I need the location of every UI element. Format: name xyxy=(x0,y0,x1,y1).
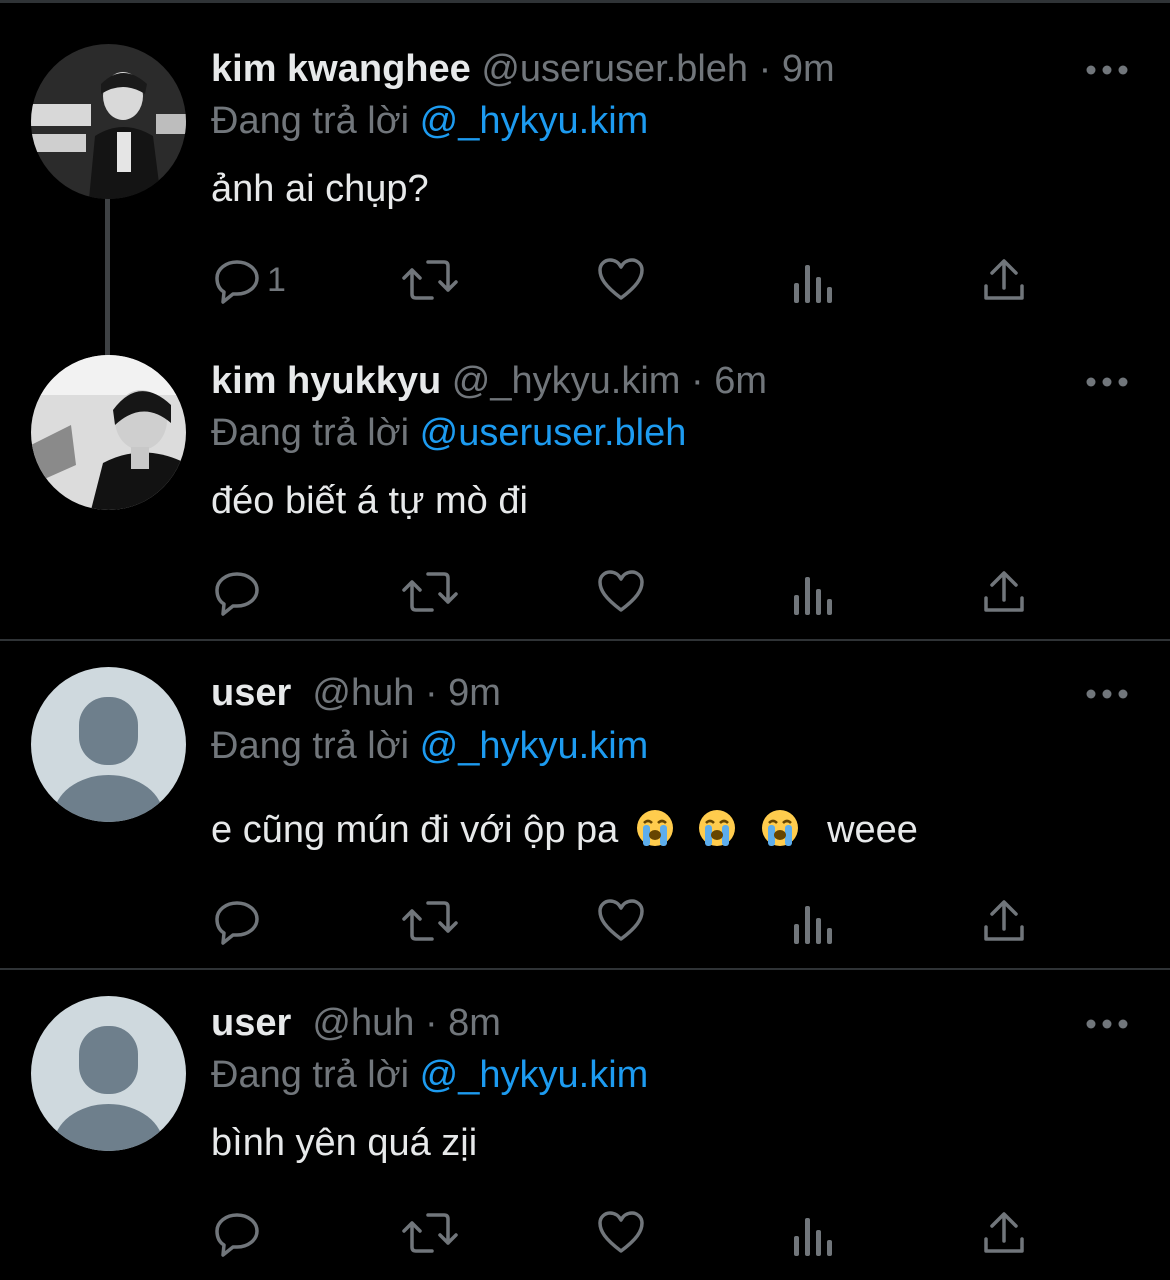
tweet[interactable]: user @huh · 9m Đang trả lời @_hykyu.kim … xyxy=(0,641,1170,969)
display-name[interactable]: kim hyukkyu xyxy=(211,360,441,402)
avatar[interactable] xyxy=(31,44,186,199)
more-icon[interactable] xyxy=(1085,60,1129,80)
tweet-header: kim hyukkyu @_hykyu.kim · 6m xyxy=(211,358,767,404)
views-button[interactable] xyxy=(792,899,834,949)
reply-button[interactable] xyxy=(213,896,261,946)
reply-button[interactable] xyxy=(213,567,261,617)
separator: · xyxy=(424,672,438,714)
reply-prefix: Đang trả lời xyxy=(211,100,410,142)
display-name[interactable]: user xyxy=(211,672,291,714)
tweet-text-start: e cũng mún đi với ộp pa xyxy=(211,809,619,851)
views-button[interactable] xyxy=(792,570,834,620)
timestamp[interactable]: 6m xyxy=(714,360,767,402)
share-button[interactable] xyxy=(982,896,1026,946)
retweet-button[interactable] xyxy=(402,567,458,617)
tweet-text: bình yên quá zịi xyxy=(211,1122,478,1164)
tweet-text: e cũng mún đi với ộp pa weee xyxy=(211,807,918,853)
tweet-header: kim kwanghee @useruser.bleh · 9m xyxy=(211,46,835,92)
tweet-text: đéo biết á tự mò đi xyxy=(211,480,528,522)
tweet-header: user @huh · 9m xyxy=(211,670,501,716)
default-avatar xyxy=(31,667,186,822)
reply-button[interactable] xyxy=(213,1208,261,1258)
reply-context: Đang trả lời @_hykyu.kim xyxy=(211,723,648,769)
share-button[interactable] xyxy=(982,255,1026,305)
share-button[interactable] xyxy=(982,567,1026,617)
retweet-button[interactable] xyxy=(402,1208,458,1258)
avatar[interactable] xyxy=(31,355,186,510)
like-button[interactable] xyxy=(597,255,645,305)
timestamp[interactable]: 8m xyxy=(448,1002,501,1044)
loudly-crying-face-icon xyxy=(699,810,736,846)
photo-avatar xyxy=(31,355,186,510)
timestamp[interactable]: 9m xyxy=(782,48,835,90)
loudly-crying-face-icon xyxy=(636,810,673,846)
views-button[interactable] xyxy=(792,258,834,308)
more-icon[interactable] xyxy=(1085,684,1129,704)
avatar[interactable] xyxy=(31,667,186,822)
reply-context: Đang trả lời @useruser.bleh xyxy=(211,410,686,456)
heart-icon xyxy=(598,899,644,941)
views-icon xyxy=(794,906,832,944)
like-button[interactable] xyxy=(597,896,645,946)
heart-icon xyxy=(598,258,644,300)
reply-prefix: Đang trả lời xyxy=(211,412,410,454)
retweet-icon xyxy=(402,1213,458,1253)
retweet-button[interactable] xyxy=(402,255,458,305)
handle[interactable]: @_hykyu.kim xyxy=(452,360,681,402)
tweet-text: ảnh ai chụp? xyxy=(211,168,429,210)
tweet-header: user @huh · 8m xyxy=(211,1000,501,1046)
tweet-text-end: weee xyxy=(827,809,918,851)
handle[interactable]: @useruser.bleh xyxy=(481,48,748,90)
share-button[interactable] xyxy=(982,1208,1026,1258)
default-avatar xyxy=(31,996,186,1151)
share-icon xyxy=(984,571,1024,612)
heart-icon xyxy=(598,1211,644,1253)
retweet-button[interactable] xyxy=(402,896,458,946)
tweet[interactable]: kim hyukkyu @_hykyu.kim · 6m Đang trả lờ… xyxy=(0,330,1170,642)
tweet[interactable]: user @huh · 8m Đang trả lời @_hykyu.kim … xyxy=(0,970,1170,1280)
handle[interactable]: @huh xyxy=(312,672,414,714)
loudly-crying-face-icon xyxy=(761,810,798,846)
reply-count: 1 xyxy=(267,261,286,299)
more-icon[interactable] xyxy=(1085,372,1129,392)
views-icon xyxy=(794,1218,832,1256)
reply-context: Đang trả lời @_hykyu.kim xyxy=(211,1052,648,1098)
more-icon[interactable] xyxy=(1085,1014,1129,1034)
retweet-icon xyxy=(402,572,458,612)
retweet-icon xyxy=(402,901,458,941)
reply-to-link[interactable]: @_hykyu.kim xyxy=(420,100,649,142)
handle[interactable]: @huh xyxy=(312,1002,414,1044)
reply-to-link[interactable]: @_hykyu.kim xyxy=(420,1054,649,1096)
views-icon xyxy=(794,577,832,615)
like-button[interactable] xyxy=(597,1208,645,1258)
reply-icon xyxy=(215,901,259,945)
photo-avatar xyxy=(31,44,186,199)
reply-prefix: Đang trả lời xyxy=(211,1054,410,1096)
reply-icon xyxy=(215,572,259,616)
separator: · xyxy=(424,1002,438,1044)
share-icon xyxy=(984,259,1024,300)
share-icon xyxy=(984,1212,1024,1253)
reply-to-link[interactable]: @_hykyu.kim xyxy=(420,725,649,767)
heart-icon xyxy=(598,570,644,612)
display-name[interactable]: user xyxy=(211,1002,291,1044)
reply-context: Đang trả lời @_hykyu.kim xyxy=(211,98,648,144)
views-button[interactable] xyxy=(792,1211,834,1261)
reply-icon xyxy=(215,1213,259,1257)
reply-prefix: Đang trả lời xyxy=(211,725,410,767)
display-name[interactable]: kim kwanghee xyxy=(211,48,471,90)
tweet[interactable]: kim kwanghee @useruser.bleh · 9m Đang tr… xyxy=(0,0,1170,358)
retweet-icon xyxy=(402,260,458,300)
share-icon xyxy=(984,900,1024,941)
avatar[interactable] xyxy=(31,996,186,1151)
like-button[interactable] xyxy=(597,567,645,617)
reply-to-link[interactable]: @useruser.bleh xyxy=(420,412,687,454)
separator: · xyxy=(758,48,772,90)
reply-icon xyxy=(215,260,259,304)
separator: · xyxy=(690,360,704,402)
views-icon xyxy=(794,265,832,303)
timestamp[interactable]: 9m xyxy=(448,672,501,714)
reply-button[interactable]: 1 xyxy=(213,255,286,305)
